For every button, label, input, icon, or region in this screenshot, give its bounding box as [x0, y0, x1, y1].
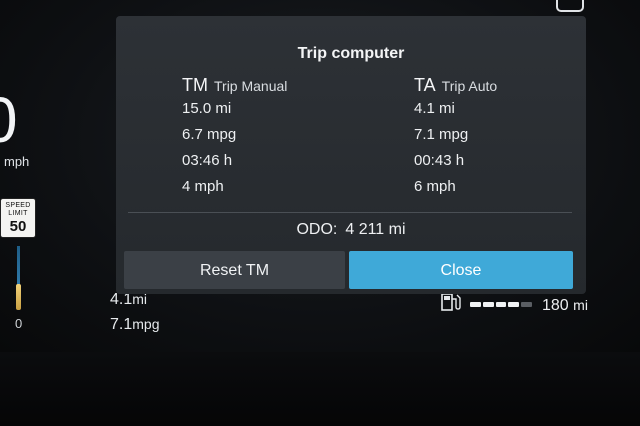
reset-tm-button[interactable]: Reset TM	[124, 251, 345, 289]
column-header: TM Trip Manual	[182, 75, 288, 95]
divider	[128, 212, 572, 213]
ta-avg-speed: 6 mph	[414, 178, 456, 195]
trip-computer-dialog: Trip computer TM Trip Manual 15.0 mi 6.7 …	[116, 16, 586, 294]
speed-gauge-needle	[16, 284, 21, 310]
status-icon	[556, 0, 584, 12]
tm-avg-speed: 4 mph	[182, 178, 224, 195]
range-readout: 180 mi	[542, 297, 588, 314]
odometer: ODO: 4 211 mi	[296, 221, 406, 238]
gauge-zero-label: 0	[15, 316, 23, 331]
close-button[interactable]: Close	[349, 251, 573, 289]
dialog-title: Trip computer	[297, 45, 405, 62]
instrument-cluster: 0 mph SPEED LIMIT 50 0 4.1mi 7.1mpg 180 …	[0, 0, 640, 352]
fuel-segment	[495, 302, 507, 307]
ta-time: 00:43 h	[414, 152, 465, 169]
fuel-segment	[482, 302, 494, 307]
speed-unit: mph	[4, 154, 30, 169]
fuel-segment	[521, 302, 532, 307]
fuel-segment	[508, 302, 520, 307]
fuel-level-bar	[470, 302, 532, 307]
speed-limit-sign: SPEED LIMIT 50	[0, 198, 36, 238]
lower-trip-economy: 7.1mpg	[110, 316, 160, 333]
ta-economy: 7.1 mpg	[414, 126, 469, 143]
bezel-bottom	[0, 352, 640, 426]
speed-limit-caption: SPEED LIMIT	[5, 202, 31, 217]
ta-distance: 4.1 mi	[414, 100, 455, 117]
fuel-segment	[470, 302, 481, 307]
tm-economy: 6.7 mpg	[182, 126, 237, 143]
tm-distance: 15.0 mi	[182, 100, 232, 117]
speed-readout: 0	[0, 88, 18, 152]
speed-limit-value: 50	[9, 218, 27, 235]
trip-auto-column: TA Trip Auto 4.1 mi 7.1 mpg 00:43 h 6 mph	[414, 74, 497, 200]
tm-time: 03:46 h	[182, 152, 233, 169]
fuel-pump-icon	[441, 293, 461, 311]
column-header: TA Trip Auto	[414, 75, 498, 95]
trip-manual-column: TM Trip Manual 15.0 mi 6.7 mpg 03:46 h 4 …	[182, 74, 287, 200]
